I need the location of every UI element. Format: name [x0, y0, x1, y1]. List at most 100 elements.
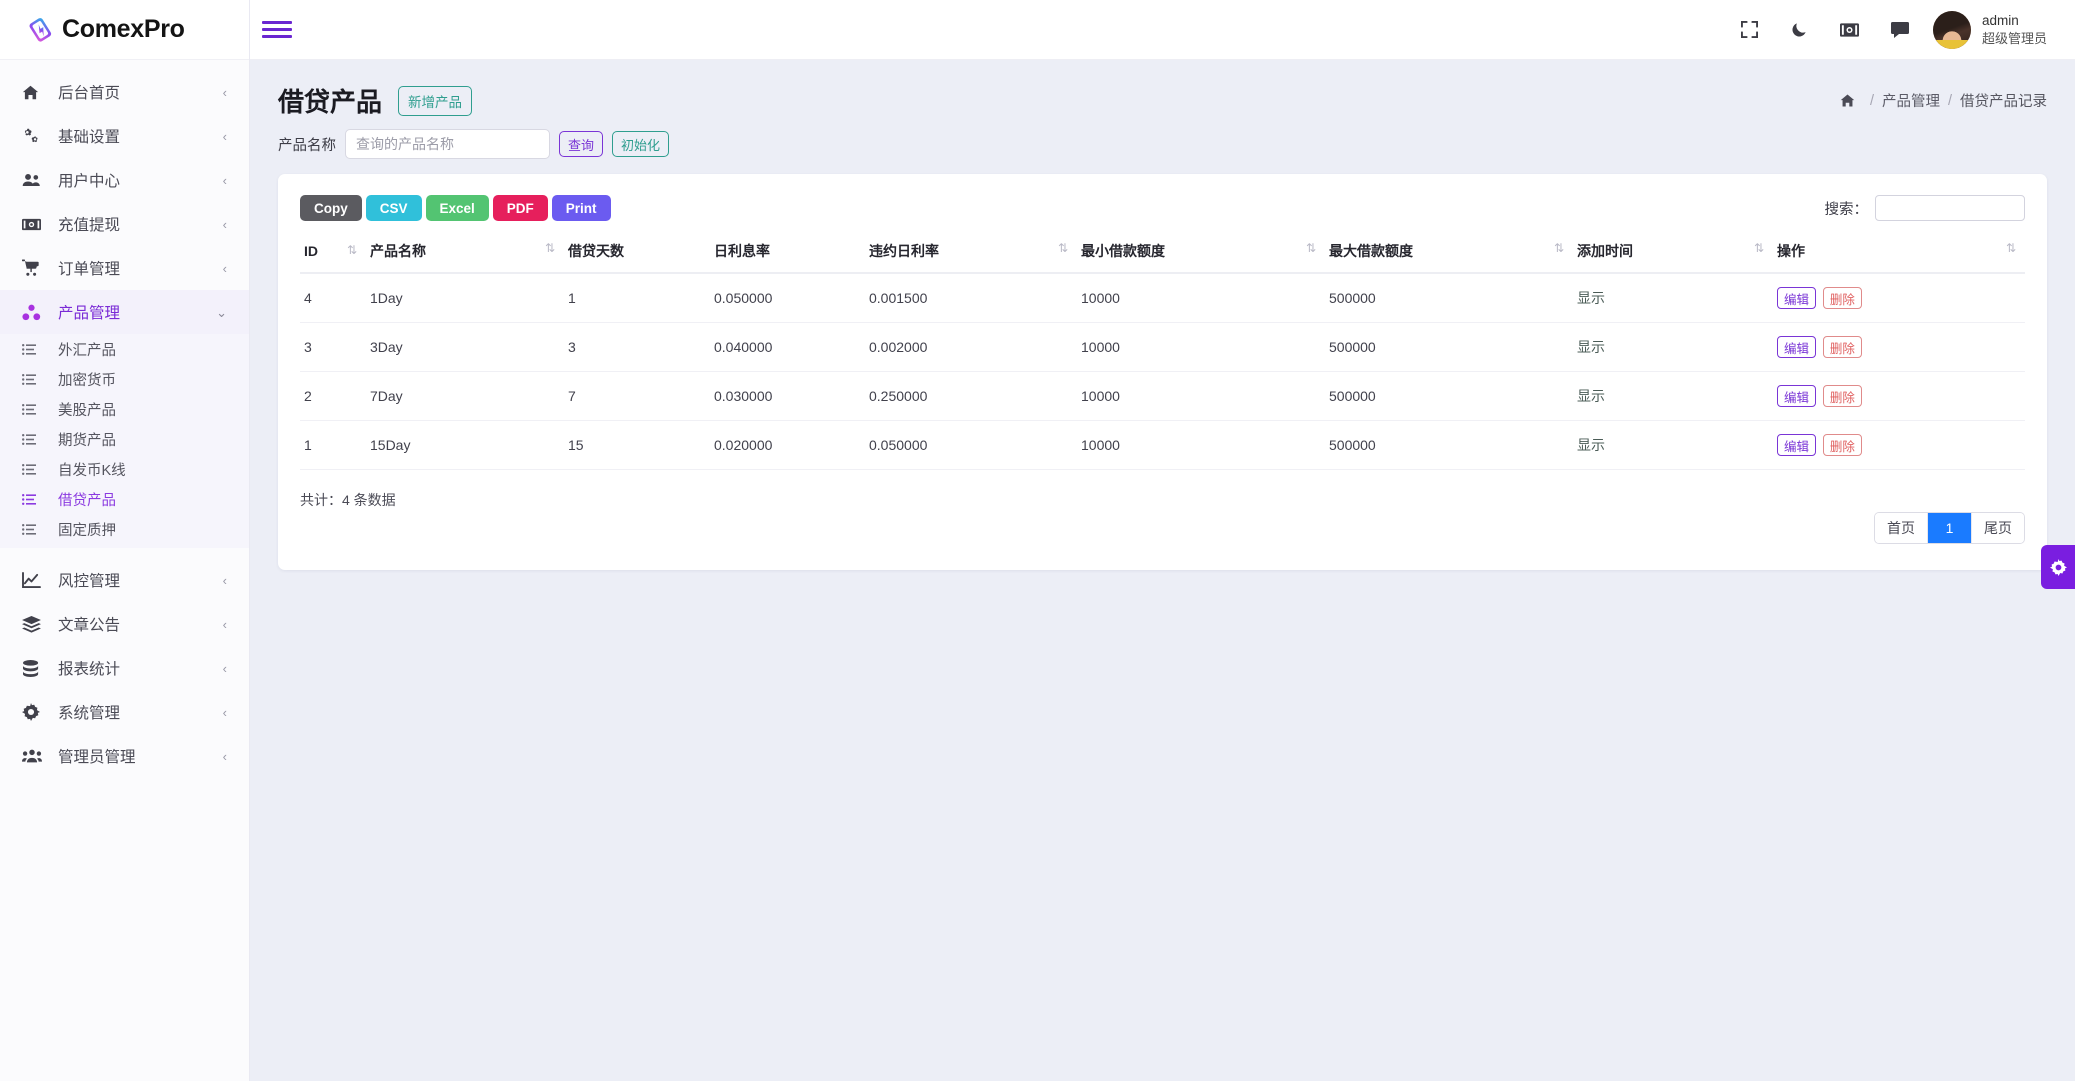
breadcrumb-home-icon[interactable] [1834, 89, 1862, 113]
pagination-page-1[interactable]: 1 [1928, 513, 1972, 543]
breadcrumb: / 产品管理 / 借贷产品记录 [1834, 89, 2047, 113]
delete-button[interactable]: 删除 [1822, 287, 1862, 309]
dark-mode-icon[interactable] [1783, 13, 1817, 47]
sort-icon[interactable]: ⇅ [545, 241, 555, 255]
edit-button[interactable]: 编辑 [1777, 336, 1817, 358]
comexpro-logo-icon [26, 15, 56, 45]
sidebar-item-user-center[interactable]: 用户中心 ‹ [0, 158, 249, 202]
gear-icon [22, 702, 46, 722]
sidebar-item-basic-settings[interactable]: 基础设置 ‹ [0, 114, 249, 158]
edit-button[interactable]: 编辑 [1777, 287, 1817, 309]
col-actions[interactable]: 操作 ⇅ [1773, 232, 2025, 274]
cell-add-time[interactable]: 显示 [1573, 420, 1773, 470]
cash-icon[interactable] [1833, 13, 1867, 47]
cart-icon [22, 258, 46, 278]
sidebar-item-report-statistics[interactable]: 报表统计 ‹ [0, 646, 249, 690]
col-label: 最大借款额度 [1329, 243, 1413, 259]
product-name-input[interactable] [345, 129, 550, 159]
edit-button[interactable]: 编辑 [1777, 434, 1817, 456]
avatar-shoulder [1932, 39, 1971, 49]
delete-button[interactable]: 删除 [1822, 434, 1862, 456]
sidebar-subitem-self-coin-kline[interactable]: 自发币K线 [0, 454, 249, 484]
cell-actions: 编辑 删除 [1773, 420, 2025, 470]
cell-max-amount: 500000 [1325, 420, 1573, 470]
sidebar-item-recharge-withdraw[interactable]: 充值提现 ‹ [0, 202, 249, 246]
list-icon [22, 463, 46, 475]
print-button[interactable]: Print [551, 195, 611, 221]
brand-logo[interactable]: ComexPro [0, 0, 249, 60]
delete-button[interactable]: 删除 [1822, 336, 1862, 358]
sidebar-submenu-product: 外汇产品 加密货币 美股产品 期货产品 自发币K线 借贷产品 固定质押 [0, 334, 249, 548]
col-label: 日利息率 [714, 243, 770, 259]
sidebar-item-label: 用户中心 [58, 173, 121, 190]
sidebar-item-product-management[interactable]: 产品管理 ⌄ [0, 290, 249, 334]
sort-icon[interactable]: ⇅ [1754, 241, 1764, 255]
csv-button[interactable]: CSV [365, 195, 422, 221]
edit-button[interactable]: 编辑 [1777, 385, 1817, 407]
cell-add-time[interactable]: 显示 [1573, 371, 1773, 421]
sort-icon[interactable]: ⇅ [1554, 241, 1564, 255]
sidebar-item-admin-management[interactable]: 管理员管理 ‹ [0, 734, 249, 778]
sidebar-item-risk-management[interactable]: 风控管理 ‹ [0, 558, 249, 602]
sidebar-subitem-fixed-pledge[interactable]: 固定质押 [0, 514, 249, 544]
table-toolbar: Copy CSV Excel PDF Print 搜索： [300, 190, 2025, 226]
col-loan-days[interactable]: 借贷天数 [564, 232, 710, 274]
pdf-button[interactable]: PDF [492, 195, 548, 221]
copy-button[interactable]: Copy [300, 195, 362, 221]
users-icon [22, 170, 46, 190]
cell-loan-days: 7 [564, 371, 710, 421]
brand-name: ComexPro [62, 15, 185, 43]
cell-id: 4 [300, 273, 366, 323]
excel-button[interactable]: Excel [425, 195, 489, 221]
sidebar-subitem-us-stocks[interactable]: 美股产品 [0, 394, 249, 424]
settings-gear-icon[interactable] [2041, 545, 2075, 589]
cogs-icon [22, 126, 46, 146]
page-content: 借贷产品 新增产品 / 产品管理 / 借贷产品记录 产品名称 查询 初始化 Co… [250, 60, 2075, 1081]
hamburger-menu-icon[interactable] [262, 15, 292, 45]
col-id[interactable]: ID ⇅ [300, 232, 366, 274]
cell-add-time[interactable]: 显示 [1573, 273, 1773, 323]
fullscreen-icon[interactable] [1733, 13, 1767, 47]
breadcrumb-item-product-management[interactable]: 产品管理 [1882, 90, 1940, 111]
message-icon[interactable] [1883, 13, 1917, 47]
col-min-amount[interactable]: 最小借款额度 ⇅ [1077, 232, 1325, 274]
sort-icon[interactable]: ⇅ [1058, 241, 1068, 255]
sidebar-item-system-management[interactable]: 系统管理 ‹ [0, 690, 249, 734]
query-button[interactable]: 查询 [559, 131, 604, 157]
sidebar-subitem-crypto[interactable]: 加密货币 [0, 364, 249, 394]
sidebar-item-label: 风控管理 [58, 573, 121, 590]
cell-min-amount: 10000 [1077, 322, 1325, 372]
pagination-last[interactable]: 尾页 [1972, 513, 2024, 543]
sidebar-subitem-forex[interactable]: 外汇产品 [0, 334, 249, 364]
sort-icon[interactable]: ⇅ [347, 243, 357, 257]
sidebar-item-articles-announcements[interactable]: 文章公告 ‹ [0, 602, 249, 646]
table-search-input[interactable] [1875, 195, 2025, 221]
sort-icon[interactable]: ⇅ [2006, 241, 2016, 255]
delete-button[interactable]: 删除 [1822, 385, 1862, 407]
pagination-first[interactable]: 首页 [1875, 513, 1928, 543]
col-daily-rate[interactable]: 日利息率 [710, 232, 865, 274]
sort-icon[interactable]: ⇅ [1306, 241, 1316, 255]
reset-button[interactable]: 初始化 [612, 131, 670, 157]
col-add-time[interactable]: 添加时间 ⇅ [1573, 232, 1773, 274]
list-icon [22, 433, 46, 445]
cell-penalty-rate: 0.002000 [865, 322, 1077, 372]
money-icon [22, 214, 46, 234]
new-product-button[interactable]: 新增产品 [398, 85, 473, 116]
cell-add-time[interactable]: 显示 [1573, 322, 1773, 372]
col-label: 违约日利率 [869, 243, 939, 259]
sidebar-subitem-futures[interactable]: 期货产品 [0, 424, 249, 454]
table-search: 搜索： [1825, 195, 2025, 221]
user-meta: admin 超级管理员 [1982, 12, 2047, 48]
sidebar-subitem-loan-products[interactable]: 借贷产品 [0, 484, 249, 514]
sidebar-item-dashboard[interactable]: 后台首页 ‹ [0, 70, 249, 114]
col-penalty-rate[interactable]: 违约日利率 ⇅ [865, 232, 1077, 274]
cell-actions: 编辑 删除 [1773, 322, 2025, 372]
user-profile[interactable]: admin 超级管理员 [1932, 10, 2047, 49]
table-row: 1 15Day 15 0.020000 0.050000 10000 50000… [300, 420, 2025, 470]
col-max-amount[interactable]: 最大借款额度 ⇅ [1325, 232, 1573, 274]
sidebar-item-order-management[interactable]: 订单管理 ‹ [0, 246, 249, 290]
data-table-card: Copy CSV Excel PDF Print 搜索： ID ⇅ 产品名称 ⇅ 借… [278, 174, 2047, 570]
sidebar-item-label: 后台首页 [58, 85, 121, 102]
col-product-name[interactable]: 产品名称 ⇅ [366, 232, 564, 274]
